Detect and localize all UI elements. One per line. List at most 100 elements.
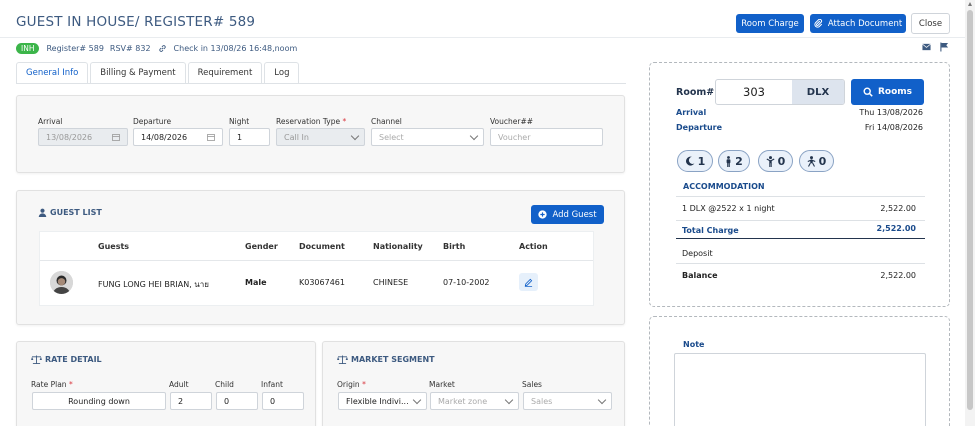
- child-label: Child: [215, 380, 234, 389]
- rate-plan-input[interactable]: Rounding down: [32, 392, 166, 410]
- adult-input[interactable]: 2: [170, 392, 212, 410]
- tab-requirement[interactable]: Requirement: [187, 62, 263, 83]
- room-departure-label: Departure: [676, 123, 723, 132]
- voucher-input[interactable]: Voucher: [490, 128, 603, 146]
- note-panel: Note: [649, 316, 950, 426]
- divider: [676, 238, 925, 239]
- reservation-type-label: Reservation Type *: [276, 117, 347, 126]
- divider: [676, 196, 925, 197]
- col-nationality: Nationality: [373, 242, 423, 251]
- adults-count: 2: [718, 150, 750, 172]
- divider: [676, 220, 925, 221]
- col-action: Action: [519, 242, 548, 251]
- tab-log[interactable]: Log: [264, 62, 300, 83]
- chevron-down-icon: [504, 395, 514, 405]
- edit-guest-button[interactable]: [519, 273, 538, 291]
- col-guests: Guests: [98, 242, 130, 251]
- baby-icon: [807, 155, 816, 167]
- flag-icon[interactable]: [940, 42, 949, 52]
- night-input[interactable]: 1: [229, 128, 270, 146]
- origin-select[interactable]: Flexible Indivi...: [338, 392, 427, 410]
- room-departure-value: Fri 14/08/2026: [864, 123, 923, 132]
- guest-gender: Male: [245, 278, 267, 287]
- guest-name: FUNG LONG HEI BRIAN, นาย: [98, 280, 209, 289]
- infant-input[interactable]: 0: [262, 392, 304, 410]
- person-icon: [726, 155, 731, 167]
- child-input[interactable]: 0: [216, 392, 258, 410]
- market-segment-card: MARKET SEGMENT Origin * Flexible Indivi.…: [322, 341, 625, 426]
- table-row: FUNG LONG HEI BRIAN, นาย Male K03067461 …: [40, 261, 593, 306]
- room-arrival-value: Thu 13/08/2026: [859, 108, 923, 117]
- room-label: Room#: [676, 87, 715, 98]
- user-icon: [38, 208, 47, 217]
- arrival-date-input: 13/08/2026: [38, 128, 128, 146]
- col-gender: Gender: [245, 242, 278, 251]
- search-icon: [863, 87, 873, 97]
- chevron-down-icon: [597, 395, 607, 405]
- child-icon: [766, 155, 775, 167]
- guest-list-card: GUEST LIST Add Guest Guests Gender Docum…: [16, 190, 625, 325]
- tab-general-info[interactable]: General Info: [16, 62, 89, 83]
- pencil-icon: [524, 278, 533, 287]
- scroll-up-icon[interactable]: [968, 2, 972, 6]
- room-selector[interactable]: 303 DLX: [715, 79, 845, 105]
- link-icon[interactable]: [158, 44, 167, 53]
- balance-label: Balance: [682, 271, 718, 280]
- accommodation-title: ACCOMMODATION: [683, 182, 765, 191]
- tab-billing-payment[interactable]: Billing & Payment: [90, 62, 186, 83]
- departure-label: Departure: [133, 117, 172, 126]
- market-segment-title: MARKET SEGMENT: [337, 355, 435, 364]
- calendar-icon: [112, 134, 120, 141]
- reservation-meta: INH Register# 589 RSV# 832 Check in 13/0…: [16, 43, 297, 54]
- scale-icon: [337, 355, 348, 364]
- infants-count: 0: [799, 150, 834, 172]
- balance-value: 2,522.00: [880, 271, 916, 280]
- accommodation-line-desc: 1 DLX @2522 x 1 night: [682, 204, 775, 213]
- guest-table: Guests Gender Document Nationality Birth…: [39, 231, 594, 306]
- status-badge: INH: [16, 43, 40, 54]
- nights-count: 1: [677, 150, 713, 172]
- note-label: Note: [683, 340, 705, 349]
- guest-document: K03067461: [299, 278, 345, 287]
- close-button[interactable]: Close: [911, 13, 950, 34]
- channel-label: Channel: [371, 117, 402, 126]
- note-textarea[interactable]: [674, 353, 926, 426]
- header-divider: [0, 37, 975, 38]
- channel-select[interactable]: Select: [371, 128, 484, 146]
- col-birth: Birth: [443, 242, 466, 251]
- mail-icon[interactable]: [922, 43, 931, 51]
- col-document: Document: [299, 242, 345, 251]
- total-charge-value: 2,522.00: [876, 224, 916, 233]
- calendar-icon[interactable]: [207, 133, 215, 141]
- tab-bar: General Info Billing & Payment Requireme…: [16, 62, 626, 84]
- stay-details-card: Arrival 13/08/2026 Departure 14/08/2026 …: [16, 95, 625, 173]
- page-title: GUEST IN HOUSE/ REGISTER# 589: [16, 14, 256, 30]
- room-arrival-label: Arrival: [676, 108, 707, 117]
- add-guest-button[interactable]: Add Guest: [531, 205, 604, 224]
- origin-label: Origin *: [337, 380, 366, 389]
- departure-date-input[interactable]: 14/08/2026: [133, 128, 223, 146]
- room-number: 303: [743, 85, 765, 99]
- rooms-button[interactable]: Rooms: [851, 79, 924, 105]
- attach-document-label: Attach Document: [827, 18, 903, 29]
- moon-icon: [685, 156, 695, 166]
- reservation-type-select: Call In: [276, 128, 365, 146]
- voucher-label: Voucher##: [490, 117, 534, 126]
- market-select[interactable]: Market zone: [430, 392, 519, 410]
- divider: [676, 263, 925, 264]
- sales-select[interactable]: Sales: [523, 392, 612, 410]
- paperclip-icon: [814, 19, 822, 28]
- attach-document-button[interactable]: Attach Document: [810, 14, 906, 33]
- chevron-down-icon: [350, 131, 360, 141]
- room-summary-panel: Room# 303 DLX Rooms Arrival Thu 13/08/20…: [649, 62, 950, 307]
- chevron-down-icon: [412, 395, 422, 405]
- sales-label: Sales: [522, 380, 542, 389]
- scrollbar[interactable]: [965, 0, 975, 426]
- checkin-info: Check in 13/08/26 16:48,noom: [173, 44, 298, 53]
- room-charge-button[interactable]: Room Charge: [736, 14, 804, 33]
- guest-nationality: CHINESE: [373, 278, 409, 287]
- deposit-label: Deposit: [682, 249, 713, 258]
- rate-detail-card: RATE DETAIL Rate Plan * Rounding down Ad…: [16, 341, 316, 426]
- scrollbar-thumb[interactable]: [967, 10, 973, 410]
- market-label: Market: [429, 380, 455, 389]
